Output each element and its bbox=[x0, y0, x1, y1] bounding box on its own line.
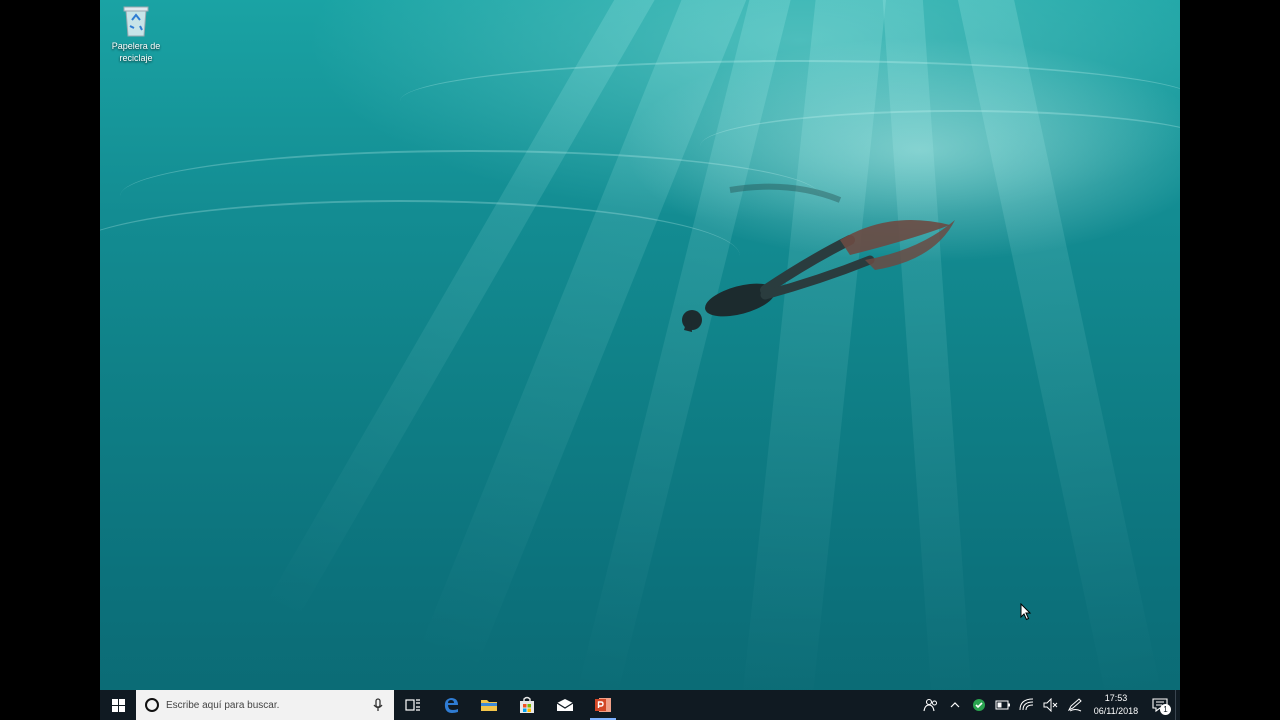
task-view-icon bbox=[405, 699, 420, 711]
battery-button[interactable] bbox=[991, 690, 1015, 720]
battery-icon bbox=[995, 700, 1010, 710]
shopping-bag-icon bbox=[520, 696, 534, 713]
desktop[interactable]: Papelera de reciclaje Escribe aquí para … bbox=[100, 0, 1180, 720]
clock-time: 17:53 bbox=[1104, 693, 1128, 703]
swimmer-silhouette bbox=[682, 183, 955, 332]
volume-button[interactable] bbox=[1039, 690, 1063, 720]
recycle-bin-label-line2: reciclaje bbox=[119, 53, 153, 63]
powerpoint-icon bbox=[595, 698, 611, 712]
folder-icon bbox=[481, 700, 497, 711]
recycle-bin-icon bbox=[123, 6, 149, 37]
search-input[interactable]: Escribe aquí para buscar. bbox=[136, 690, 394, 720]
surface-wave bbox=[700, 110, 1180, 182]
file-explorer-button[interactable] bbox=[470, 690, 508, 720]
wifi-icon bbox=[1019, 698, 1034, 711]
people-icon bbox=[923, 698, 937, 712]
cortana-icon bbox=[145, 698, 159, 712]
edge-icon bbox=[444, 698, 458, 713]
action-center-button[interactable]: 1 bbox=[1145, 690, 1175, 720]
people-button[interactable] bbox=[919, 690, 943, 720]
task-view-button[interactable] bbox=[394, 690, 432, 720]
start-button[interactable] bbox=[100, 690, 136, 720]
taskbar: Escribe aquí para buscar. 17:53 06/11/20… bbox=[100, 690, 1180, 720]
recycle-bin[interactable]: Papelera de reciclaje bbox=[106, 4, 166, 64]
notification-count-badge: 1 bbox=[1160, 704, 1171, 715]
surface-wave bbox=[100, 200, 740, 312]
windows-logo-icon bbox=[111, 698, 125, 712]
security-status-button[interactable] bbox=[967, 690, 991, 720]
show-hidden-icons-button[interactable] bbox=[943, 690, 967, 720]
clock-date: 06/11/2018 bbox=[1093, 706, 1139, 716]
mail-button[interactable] bbox=[546, 690, 584, 720]
show-desktop-button[interactable] bbox=[1175, 690, 1180, 720]
mail-icon bbox=[556, 699, 574, 711]
recycle-bin-label-line1: Papelera de bbox=[111, 41, 161, 51]
store-button[interactable] bbox=[508, 690, 546, 720]
chevron-up-icon bbox=[950, 702, 960, 708]
pen-icon bbox=[1067, 698, 1082, 712]
speaker-muted-icon bbox=[1043, 698, 1058, 712]
pen-workspace-button[interactable] bbox=[1063, 690, 1087, 720]
microphone-icon[interactable] bbox=[370, 697, 386, 713]
network-button[interactable] bbox=[1015, 690, 1039, 720]
powerpoint-button[interactable] bbox=[584, 690, 622, 720]
edge-button[interactable] bbox=[432, 690, 470, 720]
mouse-cursor-icon bbox=[1020, 603, 1032, 621]
clock-button[interactable]: 17:53 06/11/2018 bbox=[1087, 692, 1145, 718]
shield-check-icon bbox=[973, 699, 985, 711]
search-placeholder: Escribe aquí para buscar. bbox=[166, 699, 280, 711]
system-tray: 17:53 06/11/2018 1 bbox=[919, 690, 1180, 720]
